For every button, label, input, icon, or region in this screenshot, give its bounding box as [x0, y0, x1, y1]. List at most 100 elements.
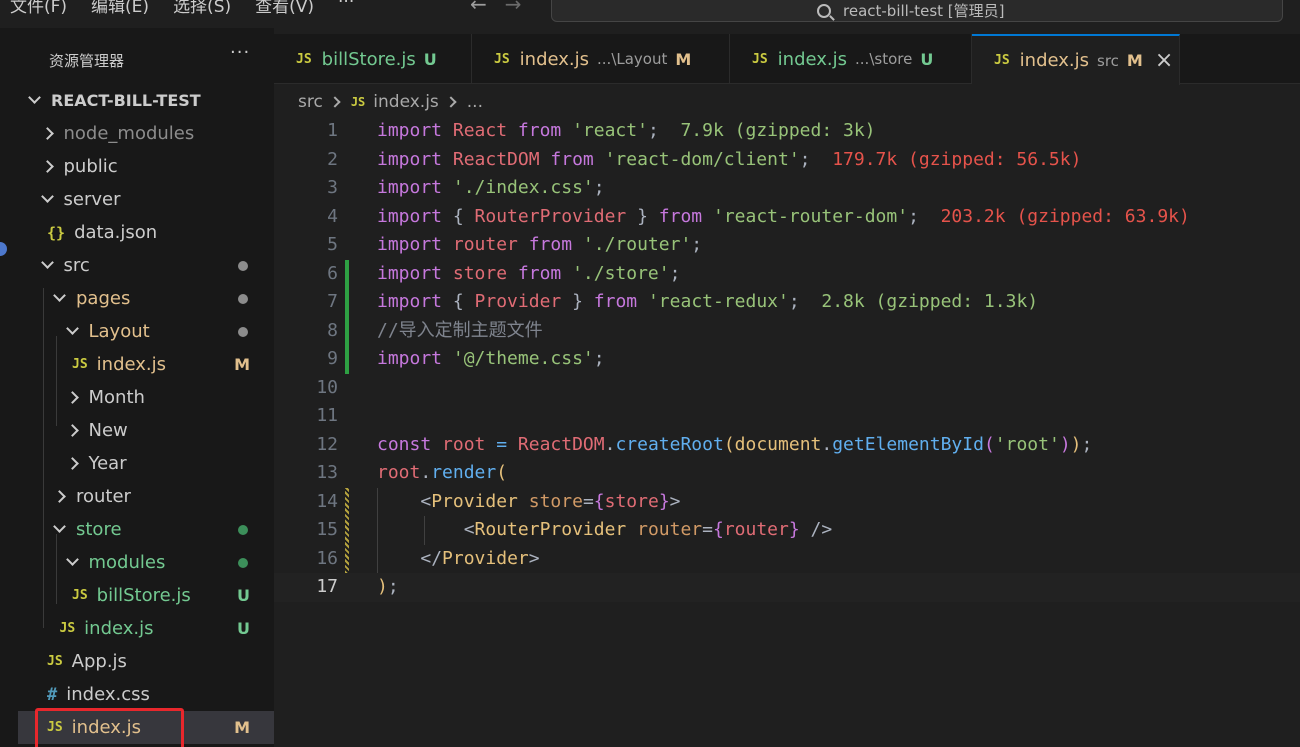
code-line[interactable]: 7 import { Provider } from 'react-redux';… [274, 288, 1300, 317]
code-line[interactable]: 6 import store from './store'; [274, 260, 1300, 289]
tab-billstore[interactable]: JS billStore.js U [274, 34, 472, 84]
breadcrumb-symbols[interactable]: ... [467, 92, 483, 112]
code-token: createRoot [615, 433, 724, 455]
menu-more[interactable]: ··· [338, 0, 354, 17]
code-token: ( [983, 433, 995, 455]
tree-file[interactable]: {} data.json [18, 216, 274, 249]
code-token: = [702, 519, 713, 540]
back-arrow-icon[interactable]: ← [470, 0, 487, 16]
code-line[interactable]: 2 import ReactDOM from 'react-dom/client'… [274, 146, 1300, 175]
code-token: Provider [474, 291, 573, 312]
breadcrumb-folder[interactable]: src [298, 92, 323, 112]
tree-folder[interactable]: server [18, 183, 274, 216]
line-number: 12 [316, 433, 338, 455]
tree-folder[interactable]: pages [18, 282, 274, 315]
code-token: './index.css' [452, 177, 594, 198]
code-token: const [377, 433, 443, 455]
code-line[interactable]: 14 <Provider store={store}> [274, 488, 1300, 517]
git-added-marker[interactable] [345, 259, 349, 374]
tree-file[interactable]: JS index.js U [18, 612, 274, 645]
code-line[interactable]: 17); [274, 573, 1300, 602]
tree-item-label: pages [76, 288, 131, 309]
git-status-badge: U [237, 586, 250, 605]
tree-folder[interactable]: router [18, 480, 274, 513]
line-number: 5 [327, 234, 338, 255]
tree-file[interactable]: # index.css [18, 678, 274, 711]
code-line[interactable]: 9 import '@/theme.css'; [274, 345, 1300, 374]
tab-status: M [675, 49, 692, 69]
code-line[interactable]: 5 import router from './router'; [274, 231, 1300, 260]
code-line[interactable]: 4 import { RouterProvider } from 'react-r… [274, 203, 1300, 232]
code-line[interactable]: 13 root.render( [274, 459, 1300, 488]
code-token: getElementById [832, 433, 984, 455]
chevron-down-icon [53, 520, 66, 533]
git-modified-marker[interactable] [345, 487, 349, 573]
code-token: document [734, 433, 822, 455]
code-line[interactable]: 15 <RouterProvider router={router} /> [274, 516, 1300, 545]
code-token: } [658, 490, 670, 512]
code-text: import React from 'react'; 7.9k (gzipped… [377, 117, 876, 146]
code-line[interactable]: 8 //导入定制主题文件 [274, 317, 1300, 346]
tab-status: U [920, 49, 934, 69]
code-token: { [452, 205, 475, 227]
code-token: ; [691, 234, 703, 255]
code-text: import ReactDOM from 'react-dom/client';… [377, 146, 1081, 175]
code-line[interactable]: 11 [274, 402, 1300, 431]
tab-status: M [1126, 51, 1143, 70]
code-editor[interactable]: 1 import React from 'react'; 7.9k (gzippe… [274, 117, 1300, 747]
menu-bar: 文件(F) 编辑(E) 选择(S) 查看(V) ··· [10, 0, 378, 17]
chevron-right-icon [65, 391, 79, 404]
forward-arrow-icon[interactable]: → [505, 0, 522, 16]
tree-folder[interactable]: src [18, 249, 274, 282]
menu-selection[interactable]: 选择(S) [173, 0, 231, 17]
explorer-root-folder[interactable]: REACT-BILL-TEST [18, 84, 274, 117]
tree-file[interactable]: JS App.js [18, 645, 274, 678]
tree-folder[interactable]: Year [18, 447, 274, 480]
tree-item-label: modules [88, 552, 166, 573]
tab-store-index[interactable]: JS index.js ...\store U [730, 34, 972, 84]
chevron-right-icon [40, 127, 54, 140]
code-indent-guide [377, 487, 378, 573]
menu-view[interactable]: 查看(V) [255, 0, 314, 17]
tab-layout-index[interactable]: JS index.js ...\Layout M [472, 34, 730, 84]
tab-description: ...\Layout [597, 50, 668, 68]
breadcrumb-file[interactable]: index.js [373, 92, 439, 112]
tab-label: index.js [519, 48, 590, 70]
tab-label: index.js [777, 48, 848, 70]
tab-src-index-active[interactable]: JS index.js src M × [972, 34, 1180, 85]
chevron-down-icon [40, 190, 54, 203]
chevron-down-icon [40, 256, 54, 269]
code-token: 'react' [572, 120, 648, 141]
tree-item-label: Layout [88, 321, 150, 342]
tree-item-label: store [76, 519, 122, 540]
command-center[interactable]: react-bill-test [管理员] [551, 0, 1283, 22]
code-line[interactable]: 12 const root = ReactDOM.createRoot(docum… [274, 431, 1300, 460]
search-icon [817, 3, 831, 18]
tree-folder[interactable]: node_modules [18, 117, 274, 150]
code-line[interactable]: 3 import './index.css'; [274, 174, 1300, 203]
chevron-right-icon [65, 424, 79, 437]
activity-bar [0, 28, 18, 747]
code-line[interactable]: 1 import React from 'react'; 7.9k (gzippe… [274, 117, 1300, 146]
git-status-dot [238, 557, 248, 568]
line-number: 11 [316, 405, 338, 426]
tree-item-label: index.js [84, 618, 154, 639]
code-token: > [528, 547, 540, 569]
code-token: 7.9k (gzipped: 3k) [658, 120, 876, 141]
close-icon[interactable]: × [1155, 48, 1173, 73]
explorer-more-icon[interactable]: ··· [230, 42, 250, 63]
js-file-icon: JS [59, 621, 76, 636]
account-badge-icon[interactable] [0, 242, 7, 256]
menu-file[interactable]: 文件(F) [10, 0, 67, 17]
tree-folder[interactable]: public [18, 150, 274, 183]
code-line[interactable]: 10 [274, 374, 1300, 403]
git-status-badge: U [237, 619, 250, 638]
code-text: import { Provider } from 'react-redux'; … [377, 288, 1038, 317]
code-token: 'root' [994, 433, 1060, 455]
code-line[interactable]: 16 </Provider> [274, 545, 1300, 574]
breadcrumb: src JS index.js ... [298, 88, 483, 116]
menu-edit[interactable]: 编辑(E) [91, 0, 149, 17]
tree-item-label: src [63, 255, 90, 276]
tree-item-label: router [76, 486, 131, 507]
